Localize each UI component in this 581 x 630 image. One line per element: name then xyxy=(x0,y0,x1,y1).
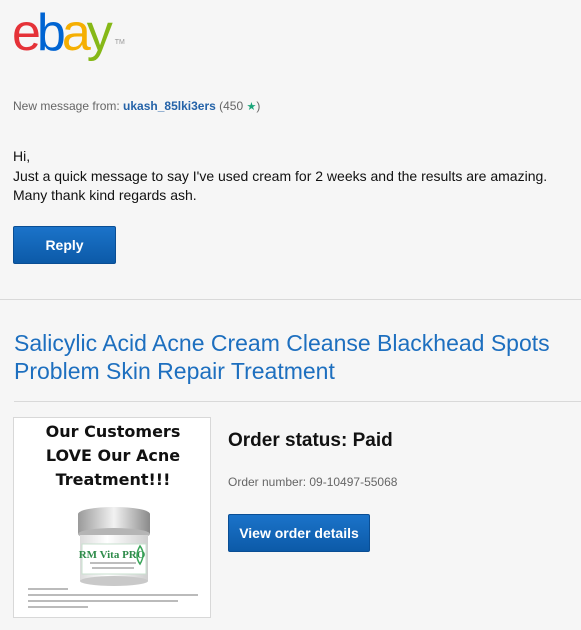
order-status: Order status: Paid xyxy=(228,430,393,451)
reply-button[interactable]: Reply xyxy=(13,226,116,264)
jar-brand-label: RM Vita PRO xyxy=(79,549,146,561)
feedback-close: ) xyxy=(256,99,261,113)
tagline-line-3: Treatment!!! xyxy=(55,470,171,489)
logo-letter-b: b xyxy=(36,4,66,62)
star-icon: ★ xyxy=(246,101,257,113)
image-tagline: Our Customers LOVE Our Acne Treatment!!! xyxy=(14,420,210,492)
trademark-mark: TM xyxy=(114,39,125,46)
ebay-logo[interactable]: ebay TM xyxy=(12,4,125,62)
message-line-1: Just a quick message to say I've used cr… xyxy=(13,167,548,184)
tagline-line-1: Our Customers xyxy=(45,422,181,441)
section-divider xyxy=(0,299,581,300)
message-body: Hi, Just a quick message to say I've use… xyxy=(13,147,547,206)
order-number: Order number: 09-10497-55068 xyxy=(228,475,398,489)
logo-letter-e: e xyxy=(12,4,41,62)
mini-order-table xyxy=(28,588,198,612)
product-image[interactable]: Our Customers LOVE Our Acne Treatment!!!… xyxy=(13,417,211,618)
logo-letter-y: y xyxy=(86,4,113,62)
sender-line: New message from: ukash_85lki3ers (450 ★… xyxy=(13,99,260,113)
tagline-line-2: LOVE Our Acne xyxy=(45,446,181,465)
logo-letter-a: a xyxy=(61,4,91,62)
from-prefix: New message from: xyxy=(13,99,120,113)
product-title-link[interactable]: Salicylic Acid Acne Cream Cleanse Blackh… xyxy=(14,329,579,385)
message-greeting: Hi, xyxy=(13,148,31,164)
message-line-2: Many thank kind regards ash. xyxy=(13,187,197,203)
cream-jar-icon: RM Vita PRO xyxy=(78,507,150,586)
sender-username-link[interactable]: ukash_85lki3ers xyxy=(123,99,216,113)
title-divider xyxy=(14,401,581,402)
feedback-score: (450 xyxy=(219,99,244,113)
view-order-details-button[interactable]: View order details xyxy=(228,514,370,552)
